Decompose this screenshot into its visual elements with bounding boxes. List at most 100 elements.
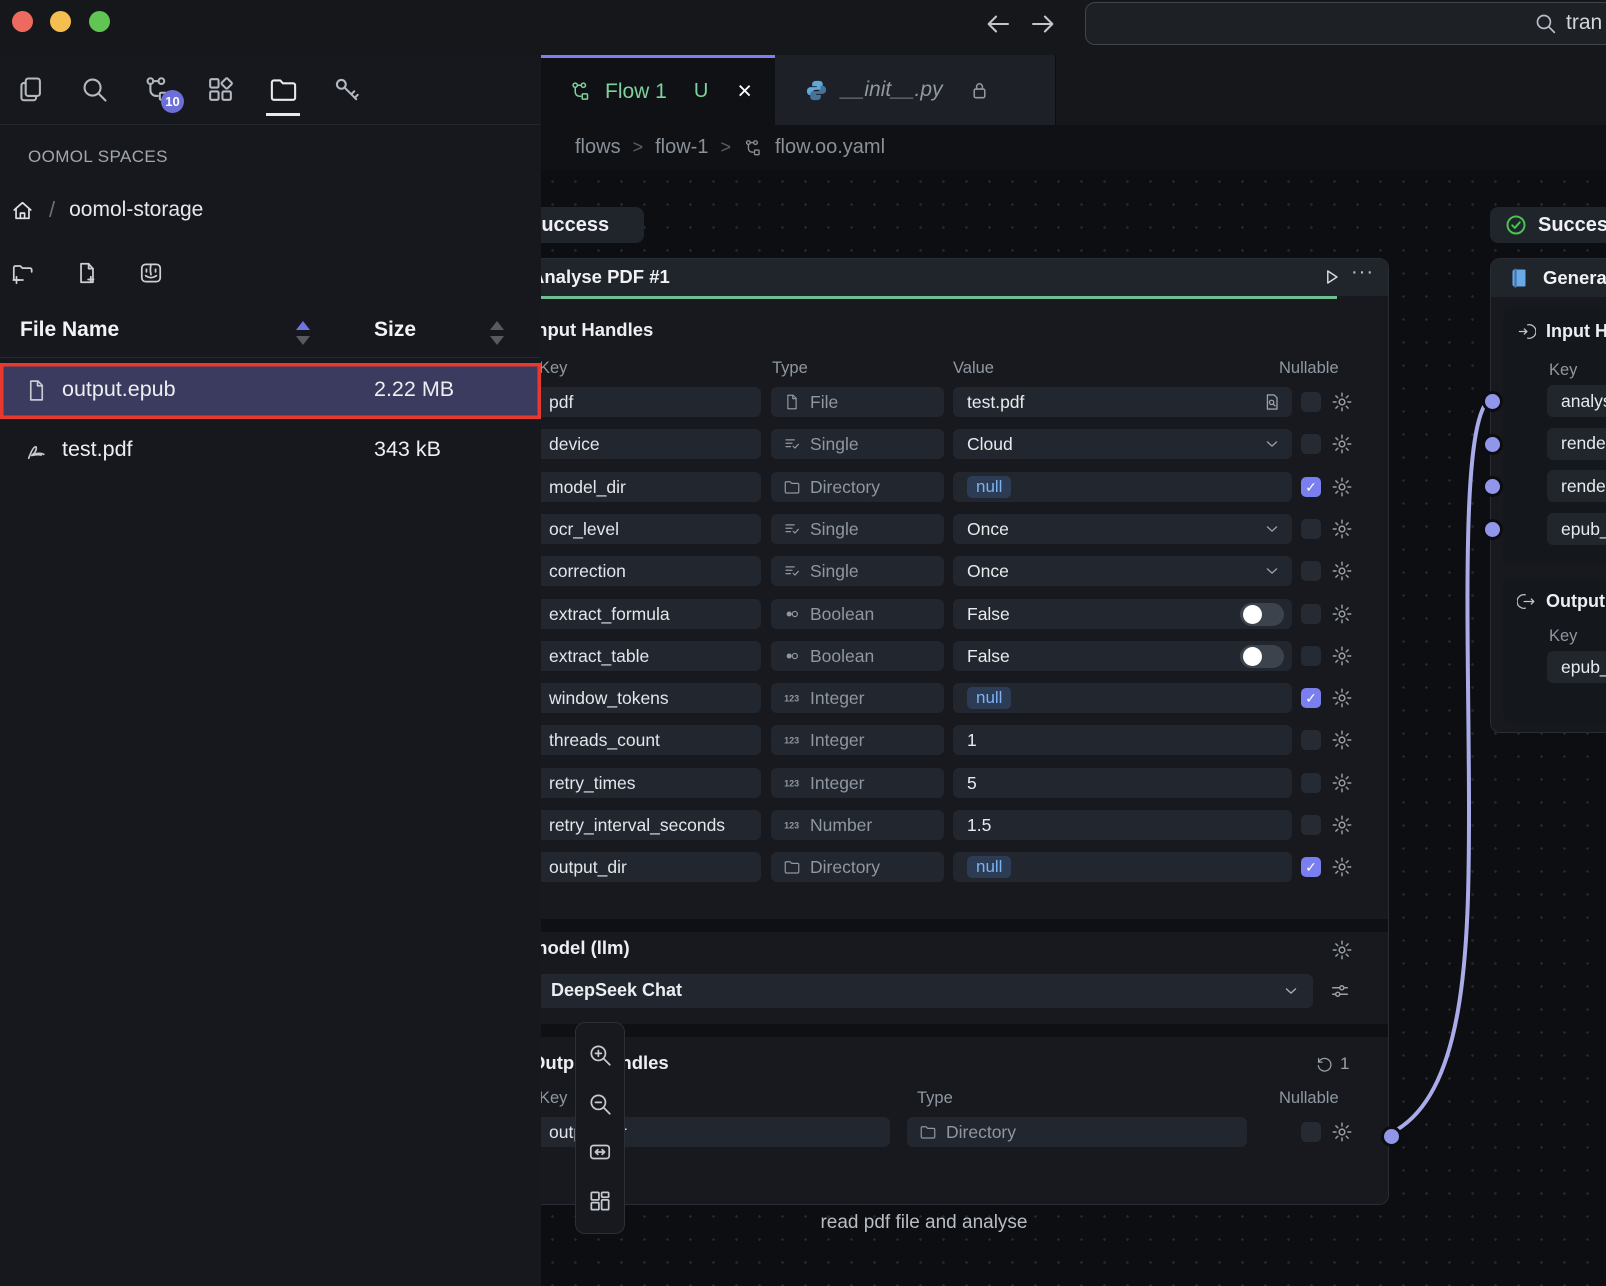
file-row-output.epub[interactable]: output.epub2.22 MB — [0, 363, 541, 419]
value-field[interactable]: 1 — [953, 725, 1292, 755]
gear-icon[interactable] — [1331, 772, 1353, 794]
value-field[interactable]: null — [953, 472, 1292, 502]
key-field[interactable]: window_tokens — [541, 683, 761, 713]
column-file-name[interactable]: File Name — [20, 318, 119, 342]
output-port[interactable] — [1381, 1126, 1402, 1147]
type-field[interactable]: Directory — [771, 472, 944, 502]
value-field[interactable]: 5 — [953, 768, 1292, 798]
gear-icon[interactable] — [1331, 603, 1353, 625]
key-field[interactable]: extract_formula — [541, 599, 761, 629]
type-field[interactable]: Integer — [771, 683, 944, 713]
path-segment[interactable]: oomol-storage — [69, 198, 203, 222]
key-field[interactable]: retry_times — [541, 768, 761, 798]
key-field[interactable]: pdf — [541, 387, 761, 417]
close-tab-icon[interactable]: × — [737, 79, 752, 104]
nullable-checkbox[interactable] — [1301, 730, 1321, 750]
file-row-test.pdf[interactable]: test.pdf343 kB — [0, 423, 541, 479]
home-icon[interactable] — [10, 198, 35, 223]
tab-flow-1[interactable]: Flow 1 U × — [541, 55, 775, 125]
type-field[interactable]: Single — [771, 429, 944, 459]
breadcrumb-item[interactable]: flows — [575, 136, 621, 159]
gear-icon[interactable] — [1331, 729, 1353, 751]
input-port[interactable] — [1482, 391, 1503, 412]
type-field[interactable]: Boolean — [771, 599, 944, 629]
activity-item-extensions[interactable] — [199, 55, 241, 125]
flow-canvas[interactable]: Success Analyse PDF #1 ··· Input Handles… — [541, 170, 1606, 1286]
nullable-checkbox[interactable] — [1301, 392, 1321, 412]
activity-item-folder[interactable] — [262, 55, 304, 125]
type-field[interactable]: Single — [771, 514, 944, 544]
key-field[interactable]: epub_ — [1547, 513, 1606, 545]
key-field[interactable]: ocr_level — [541, 514, 761, 544]
nullable-checkbox[interactable] — [1301, 561, 1321, 581]
gear-icon[interactable] — [1331, 939, 1353, 961]
value-field[interactable]: 1.5 — [953, 810, 1292, 840]
close-window-button[interactable] — [12, 11, 33, 32]
reveal-in-finder-icon[interactable] — [138, 260, 164, 286]
column-size[interactable]: Size — [374, 318, 416, 342]
key-field[interactable]: rende — [1547, 470, 1606, 502]
run-history[interactable]: 1 — [1315, 1054, 1349, 1074]
value-field[interactable]: Once — [953, 556, 1292, 586]
nullable-checkbox[interactable] — [1301, 519, 1321, 539]
nullable-checkbox[interactable] — [1301, 815, 1321, 835]
sort-size[interactable] — [490, 321, 504, 345]
new-file-icon[interactable] — [74, 260, 100, 286]
key-field[interactable]: device — [541, 429, 761, 459]
node-analyse-pdf[interactable]: Analyse PDF #1 ··· Input Handles Key Typ… — [541, 258, 1389, 1205]
input-port[interactable] — [1482, 519, 1503, 540]
search-input[interactable]: tran — [1085, 2, 1606, 45]
key-field[interactable]: analys — [1547, 385, 1606, 417]
key-field[interactable]: extract_table — [541, 641, 761, 671]
zoom-in-icon[interactable] — [587, 1042, 613, 1068]
value-field[interactable]: False — [953, 599, 1292, 629]
toggle-off[interactable] — [1240, 603, 1284, 626]
input-port[interactable] — [1482, 434, 1503, 455]
nullable-checkbox[interactable] — [1301, 646, 1321, 666]
key-field[interactable]: correction — [541, 556, 761, 586]
model-select[interactable]: DeepSeek Chat — [541, 974, 1313, 1008]
sort-file-name[interactable] — [296, 321, 310, 345]
auto-layout-icon[interactable] — [587, 1188, 613, 1214]
node-header[interactable]: Genera — [1491, 259, 1606, 297]
zoom-window-button[interactable] — [89, 11, 110, 32]
gear-icon[interactable] — [1331, 814, 1353, 836]
activity-item-flow[interactable]: 10 — [136, 55, 178, 125]
value-field[interactable]: Once — [953, 514, 1292, 544]
gear-icon[interactable] — [1331, 856, 1353, 878]
key-field[interactable]: threads_count — [541, 725, 761, 755]
key-field[interactable]: rende — [1547, 428, 1606, 460]
activity-item-copy[interactable] — [10, 55, 52, 125]
value-field[interactable]: False — [953, 641, 1292, 671]
gear-icon[interactable] — [1331, 645, 1353, 667]
value-field[interactable]: null — [953, 852, 1292, 882]
run-node-icon[interactable] — [1320, 266, 1342, 288]
breadcrumb-item[interactable]: flow-1 — [655, 136, 708, 159]
type-field[interactable]: Number — [771, 810, 944, 840]
fit-width-icon[interactable] — [587, 1139, 613, 1165]
activity-item-key[interactable] — [325, 55, 367, 125]
nullable-checkbox[interactable]: ✓ — [1301, 477, 1321, 497]
gear-icon[interactable] — [1331, 1121, 1353, 1143]
key-field[interactable]: epub_ — [1547, 651, 1606, 683]
breadcrumb-item[interactable]: flow.oo.yaml — [775, 136, 885, 159]
gear-icon[interactable] — [1331, 518, 1353, 540]
type-field[interactable]: Boolean — [771, 641, 944, 671]
nullable-checkbox[interactable] — [1301, 1122, 1321, 1142]
back-icon[interactable] — [983, 9, 1013, 39]
gear-icon[interactable] — [1331, 433, 1353, 455]
key-field[interactable]: model_dir — [541, 472, 761, 502]
tab-init-py[interactable]: __init__.py — [775, 55, 1056, 125]
type-field[interactable]: Directory — [907, 1117, 1247, 1147]
gear-icon[interactable] — [1331, 560, 1353, 582]
node-menu-icon[interactable]: ··· — [1351, 261, 1374, 284]
key-field[interactable]: retry_interval_seconds — [541, 810, 761, 840]
gear-icon[interactable] — [1331, 391, 1353, 413]
type-field[interactable]: Single — [771, 556, 944, 586]
type-field[interactable]: File — [771, 387, 944, 417]
sliders-icon[interactable] — [1329, 980, 1351, 1002]
minimize-window-button[interactable] — [50, 11, 71, 32]
type-field[interactable]: Integer — [771, 768, 944, 798]
toggle-off[interactable] — [1240, 645, 1284, 668]
value-field[interactable]: test.pdf — [953, 387, 1292, 417]
